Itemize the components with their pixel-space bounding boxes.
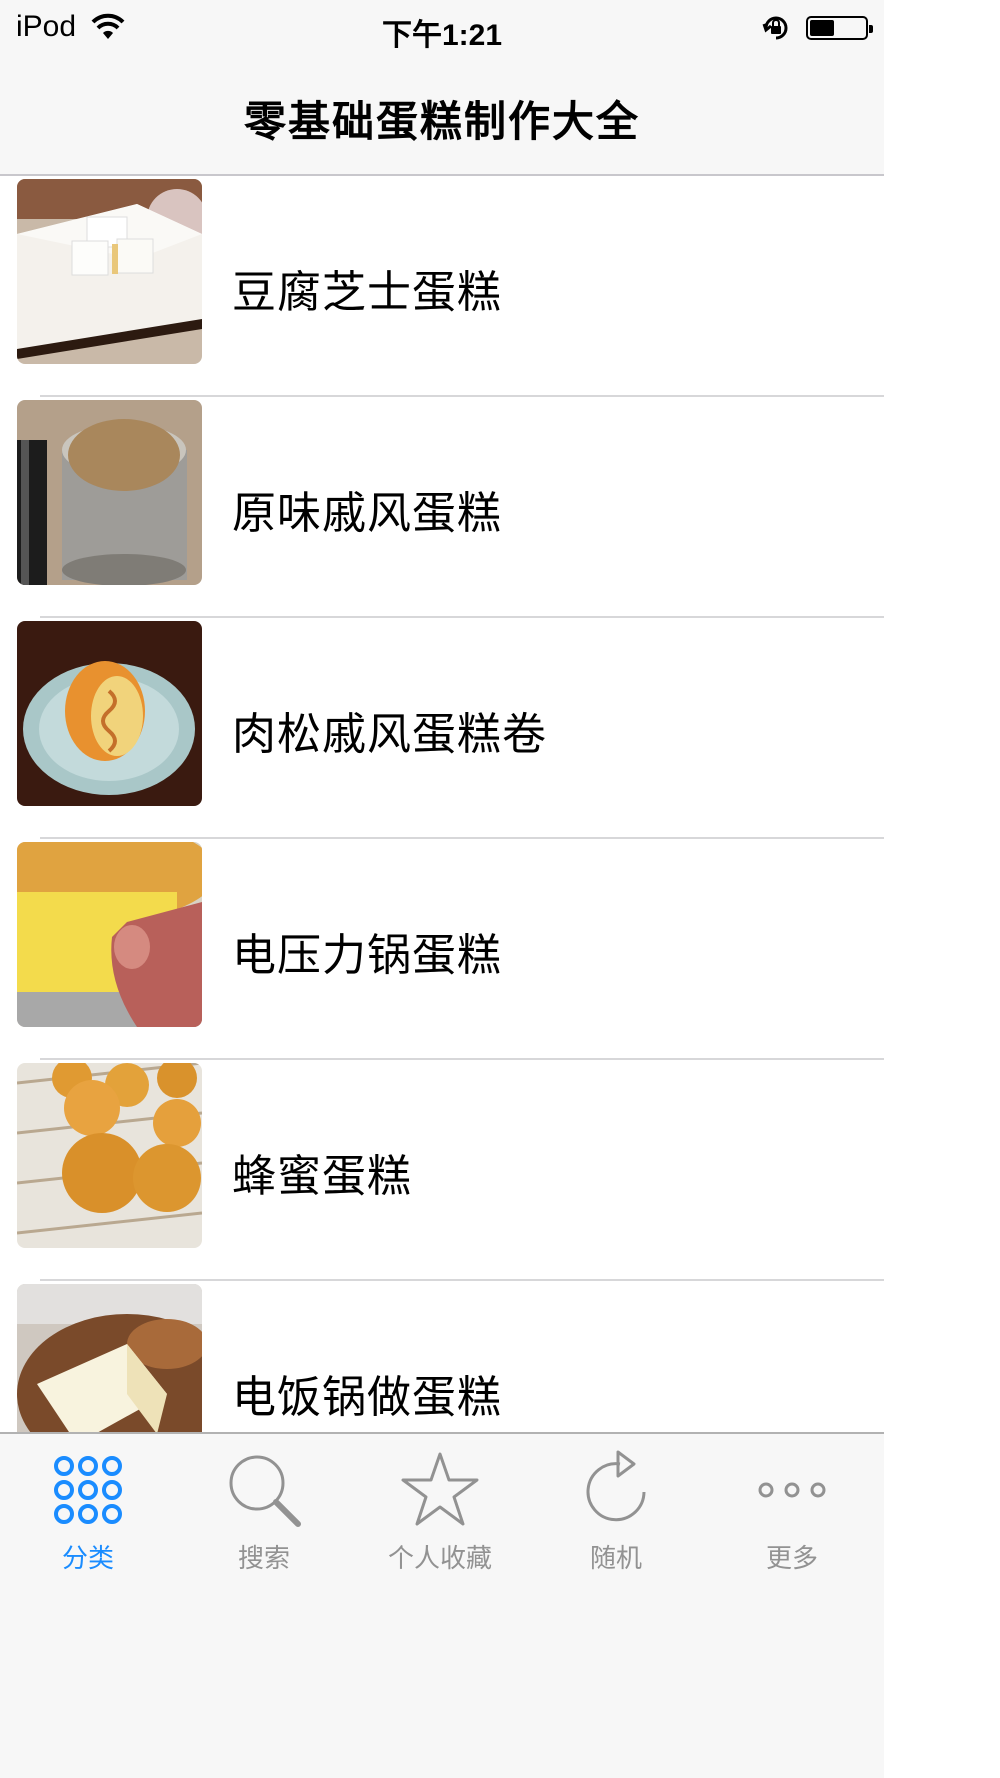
orientation-lock-icon <box>762 16 788 40</box>
tofu-cheesecake-photo <box>17 179 202 364</box>
tab-label: 分类 <box>61 1544 114 1574</box>
pressure-cooker-cake-photo <box>17 842 202 1027</box>
pork-floss-roll-photo <box>17 621 202 806</box>
recipe-list[interactable]: 豆腐芝士蛋糕 原味戚风蛋糕 肉松戚风蛋糕卷 电压力锅蛋糕 蜂蜜蛋糕 电饭锅做蛋糕 <box>0 176 884 1432</box>
window-background <box>884 0 1000 1778</box>
list-item[interactable]: 肉松戚风蛋糕卷 <box>0 618 884 839</box>
app-screen: 下午1:21 iPod 零基础蛋糕制作大全 豆腐芝士蛋糕 原味戚风蛋糕 肉松戚风… <box>0 0 884 1778</box>
honey-cupcakes-photo <box>17 1063 202 1248</box>
tab-label: 个人收藏 <box>387 1544 492 1574</box>
list-item-label: 肉松戚风蛋糕卷 <box>232 709 547 760</box>
wifi-icon <box>91 13 125 39</box>
list-item-label: 电饭锅做蛋糕 <box>232 1372 502 1423</box>
star-icon <box>401 1452 479 1526</box>
list-item[interactable]: 原味戚风蛋糕 <box>0 397 884 618</box>
tab-bar: 分类 搜索 个人收藏 随机 更多 <box>0 1432 884 1778</box>
tab-more[interactable]: 更多 <box>704 1434 880 1584</box>
rice-cooker-cake-photo <box>17 1284 202 1432</box>
search-icon <box>229 1455 301 1527</box>
refresh-icon <box>586 1450 646 1522</box>
list-item[interactable]: 电饭锅做蛋糕 <box>0 1281 884 1432</box>
status-bar: 下午1:21 iPod <box>0 0 884 60</box>
list-item-label: 蜂蜜蛋糕 <box>232 1151 412 1202</box>
list-item[interactable]: 豆腐芝士蛋糕 <box>0 176 884 397</box>
grid-dots-icon <box>54 1456 122 1524</box>
status-carrier: iPod <box>16 10 77 43</box>
tab-category[interactable]: 分类 <box>0 1434 176 1584</box>
list-item[interactable]: 蜂蜜蛋糕 <box>0 1060 884 1281</box>
chiffon-cake-photo <box>17 400 202 585</box>
tab-label: 随机 <box>589 1544 642 1574</box>
page-title: 零基础蛋糕制作大全 <box>243 97 640 146</box>
status-time: 下午1:21 <box>381 19 503 52</box>
list-item-label: 原味戚风蛋糕 <box>232 488 502 539</box>
battery-icon <box>806 16 873 40</box>
list-item-label: 电压力锅蛋糕 <box>232 930 502 981</box>
tab-label: 更多 <box>765 1544 818 1574</box>
tab-label: 搜索 <box>237 1544 290 1574</box>
tab-random[interactable]: 随机 <box>528 1434 704 1584</box>
list-item-label: 豆腐芝士蛋糕 <box>232 267 502 318</box>
more-dots-icon <box>758 1482 826 1498</box>
tab-favorites[interactable]: 个人收藏 <box>352 1434 528 1584</box>
tab-search[interactable]: 搜索 <box>176 1434 352 1584</box>
list-item[interactable]: 电压力锅蛋糕 <box>0 839 884 1060</box>
navigation-bar: 零基础蛋糕制作大全 <box>0 60 884 176</box>
